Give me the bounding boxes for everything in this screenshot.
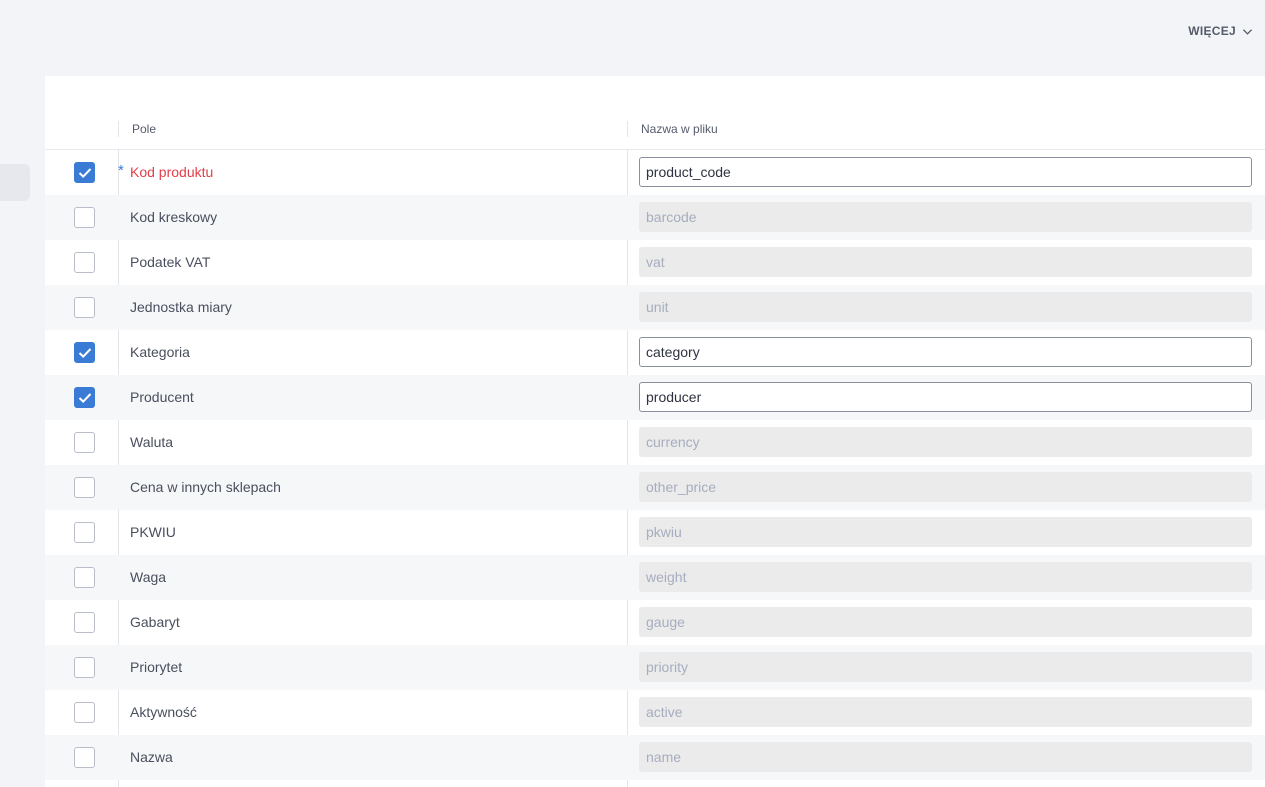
field-label: Kod produktu [130,164,214,180]
table-row: * Kod produktu product_code [45,150,1265,195]
checkmark-icon [78,168,92,179]
field-checkbox[interactable] [74,432,95,453]
filename-input[interactable]: producer [639,382,1252,412]
field-label: Waga [130,569,167,585]
table-row: Priorytet priority [45,645,1265,690]
field-mapping-panel: Pole Nazwa w pliku * Kod produktu product_… [45,76,1265,787]
field-checkbox[interactable] [74,297,95,318]
table-row: Cena w innych sklepach other_price [45,465,1265,510]
field-label: Waluta [130,434,174,450]
field-checkbox[interactable] [74,657,95,678]
field-label: Producent [130,389,194,405]
filename-input: pkwiu [639,517,1252,547]
chevron-down-icon [1242,28,1253,35]
field-label: Gabaryt [130,614,180,630]
table-header: Pole Nazwa w pliku [45,76,1265,150]
field-label: Priorytet [130,659,183,675]
field-label: Kategoria [130,344,190,360]
field-label: Kod kreskowy [130,209,218,225]
table-row: Waga weight [45,555,1265,600]
field-label: PKWIU [130,524,176,540]
field-checkbox[interactable] [74,747,95,768]
field-checkbox[interactable] [74,387,95,408]
field-checkbox[interactable] [74,612,95,633]
table-row: Podatek VAT vat [45,240,1265,285]
column-header-filename: Nazwa w pliku [627,121,718,137]
filename-input: active [639,697,1252,727]
table-row: PKWIU pkwiu [45,510,1265,555]
filename-input: priority [639,652,1252,682]
filename-input: currency [639,427,1252,457]
sidebar-tab[interactable] [0,164,30,201]
table-row: Aktywność active [45,690,1265,735]
more-button[interactable]: WIĘCEJ [1188,24,1253,38]
checkmark-icon [78,348,92,359]
filename-input: unit [639,292,1252,322]
field-checkbox[interactable] [74,522,95,543]
filename-input[interactable]: product_code [639,157,1252,187]
field-checkbox[interactable] [74,567,95,588]
field-checkbox[interactable] [74,207,95,228]
field-checkbox[interactable] [74,342,95,363]
filename-input: gauge [639,607,1252,637]
filename-input: vat [639,247,1252,277]
field-label: Aktywność [130,704,197,720]
table-row: Kod kreskowy barcode [45,195,1265,240]
field-label: Nazwa [130,749,173,765]
field-checkbox[interactable] [74,702,95,723]
table-body: * Kod produktu product_code Kod kreskowy bar… [45,150,1265,780]
field-checkbox[interactable] [74,162,95,183]
filename-input[interactable]: category [639,337,1252,367]
table-row: Kategoria category [45,330,1265,375]
field-label: Podatek VAT [130,254,211,270]
filename-input: name [639,742,1252,772]
field-label: Cena w innych sklepach [130,479,281,495]
table-row: Gabaryt gauge [45,600,1265,645]
filename-input: other_price [639,472,1252,502]
column-header-field: Pole [118,121,156,137]
more-label: WIĘCEJ [1188,24,1236,38]
field-checkbox[interactable] [74,477,95,498]
required-marker: * [118,162,124,179]
field-label: Jednostka miary [130,299,232,315]
table-row: Nazwa name [45,735,1265,780]
field-checkbox[interactable] [74,252,95,273]
checkmark-icon [78,393,92,404]
table-row: Producent producer [45,375,1265,420]
table-row: Waluta currency [45,420,1265,465]
filename-input: weight [639,562,1252,592]
table-row: Jednostka miary unit [45,285,1265,330]
filename-input: barcode [639,202,1252,232]
